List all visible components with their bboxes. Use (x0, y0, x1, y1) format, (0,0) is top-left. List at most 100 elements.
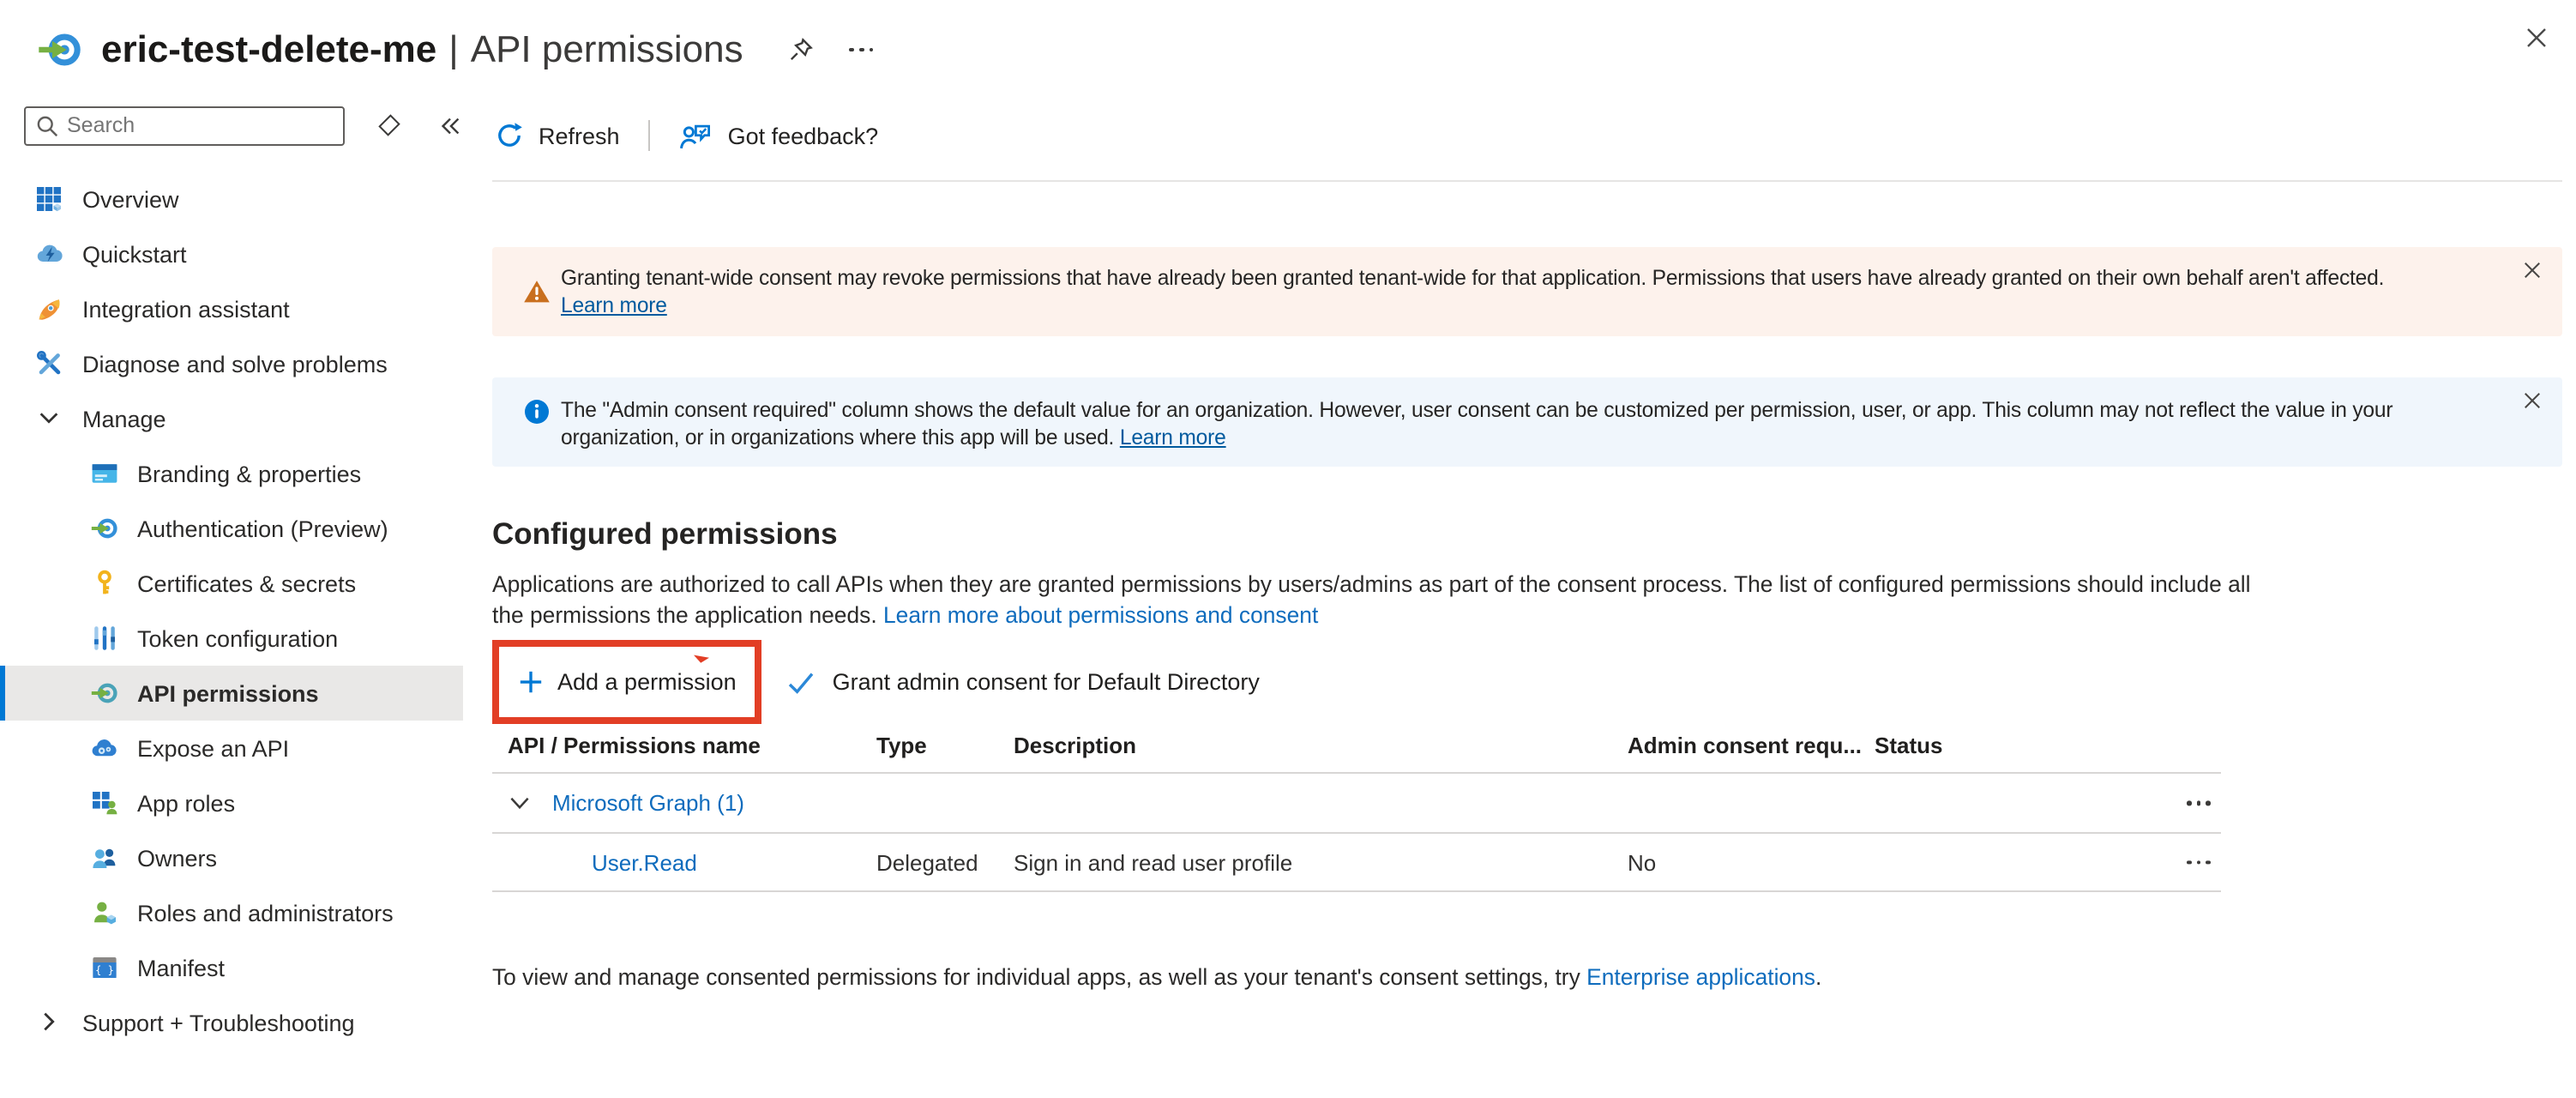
sidebar-item-label: Support + Troubleshooting (82, 1010, 355, 1035)
table-header-row: API / Permissions name Type Description … (492, 726, 2221, 772)
col-type: Type (876, 733, 927, 758)
sidebar-search-row (0, 100, 463, 151)
permission-admin-consent-cell: No (1628, 849, 1656, 875)
grant-admin-consent-button[interactable]: Grant admin consent for Default Director… (788, 668, 1260, 696)
enterprise-applications-link[interactable]: Enterprise applications (1586, 964, 1815, 990)
sidebar-item-expose-api[interactable]: Expose an API (0, 721, 463, 775)
support-chevron-right-icon (36, 1009, 63, 1036)
footer-note: To view and manage consented permissions… (492, 964, 2576, 990)
certificates-key-icon (91, 570, 118, 597)
grant-admin-consent-label: Grant admin consent for Default Director… (833, 669, 1260, 695)
authentication-signin-icon (91, 515, 118, 542)
reorder-diamond-icon[interactable] (378, 114, 400, 136)
add-permission-label: Add a permission (557, 669, 737, 695)
owners-people-icon (91, 844, 118, 872)
sidebar-item-certificates[interactable]: Certificates & secrets (0, 556, 463, 611)
command-bar: Refresh Got feedback? (463, 100, 2576, 172)
add-permission-button[interactable]: Add a permission (518, 669, 737, 695)
sidebar-item-token-configuration[interactable]: Token configuration (0, 611, 463, 666)
overview-grid-icon (36, 185, 63, 213)
page-title-separator: | (448, 27, 458, 72)
feedback-icon (680, 121, 713, 150)
annotation-highlight-box: Add a permission (492, 640, 762, 724)
header-more-icon[interactable] (850, 47, 874, 51)
refresh-icon (496, 122, 523, 149)
info-circle-icon (523, 398, 551, 425)
group-chevron-down-icon[interactable] (508, 791, 532, 815)
sidebar: Overview Quickstart Integration assistan… (0, 100, 463, 1098)
sidebar-item-diagnose[interactable]: Diagnose and solve problems (0, 336, 463, 391)
sidebar-item-label: Manifest (137, 955, 225, 980)
sidebar-item-support[interactable]: Support + Troubleshooting (0, 995, 463, 1050)
sidebar-item-label: Token configuration (137, 625, 338, 651)
sidebar-item-label: Integration assistant (82, 296, 290, 322)
info-learn-more-link[interactable]: Learn more (1120, 425, 1226, 449)
table-group-row: Microsoft Graph (1) (492, 772, 2221, 832)
col-admin-consent: Admin consent requ... (1628, 733, 1862, 758)
sidebar-item-label: Quickstart (82, 241, 187, 267)
sidebar-item-label: Expose an API (137, 735, 289, 761)
sidebar-item-label: App roles (137, 790, 235, 816)
sidebar-item-authentication[interactable]: Authentication (Preview) (0, 501, 463, 556)
sidebar-item-roles-admins[interactable]: Roles and administrators (0, 885, 463, 940)
warning-learn-more-link[interactable]: Learn more (561, 293, 667, 317)
blade-header: eric-test-delete-me | API permissions (0, 0, 2576, 100)
blade-close-icon[interactable] (2525, 26, 2549, 50)
sidebar-item-owners[interactable]: Owners (0, 830, 463, 885)
annotation-cursor-mark (694, 654, 711, 664)
sidebar-item-manifest[interactable]: { } Manifest (0, 940, 463, 995)
page-title: API permissions (471, 27, 743, 72)
api-permissions-blade: eric-test-delete-me | API permissions Ov… (0, 0, 2576, 1098)
token-config-sliders-icon (91, 624, 118, 652)
permissions-consent-link[interactable]: Learn more about permissions and consent (883, 601, 1318, 627)
expose-api-cloud-icon (91, 734, 118, 762)
col-status: Status (1875, 733, 1942, 758)
page-title-app-name: eric-test-delete-me (101, 27, 436, 72)
sidebar-item-label: Authentication (Preview) (137, 516, 388, 541)
group-name-link[interactable]: Microsoft Graph (1) (552, 790, 744, 816)
warning-banner: Granting tenant-wide consent may revoke … (492, 247, 2562, 336)
permission-name-link[interactable]: User.Read (592, 849, 697, 875)
sidebar-item-integration-assistant[interactable]: Integration assistant (0, 281, 463, 336)
main-content: Refresh Got feedback? Granting tenant-wi… (463, 100, 2576, 1098)
diagnose-tools-icon (36, 350, 63, 377)
permission-actions-row: Add a permission Grant admin consent for… (492, 640, 2576, 724)
roles-admins-icon (91, 899, 118, 926)
warning-close-icon[interactable] (2523, 261, 2542, 280)
info-close-icon[interactable] (2523, 391, 2542, 410)
app-registration-icon (38, 27, 82, 72)
check-icon (788, 668, 816, 696)
pin-icon[interactable] (788, 36, 816, 63)
sidebar-item-label: Overview (82, 186, 179, 212)
row-menu-icon[interactable] (2187, 800, 2211, 805)
sidebar-item-quickstart[interactable]: Quickstart (0, 226, 463, 281)
col-api-permissions-name: API / Permissions name (508, 733, 761, 758)
sidebar-item-manage[interactable]: Manage (0, 391, 463, 446)
refresh-button[interactable]: Refresh (496, 122, 620, 149)
sidebar-item-api-permissions[interactable]: API permissions (0, 666, 463, 721)
refresh-label: Refresh (539, 123, 620, 148)
search-input[interactable] (24, 106, 345, 145)
row-menu-icon[interactable] (2187, 860, 2211, 864)
sidebar-item-overview[interactable]: Overview (0, 172, 463, 226)
feedback-label: Got feedback? (728, 123, 879, 148)
info-banner-text: The "Admin consent required" column show… (561, 396, 2480, 451)
permissions-table: API / Permissions name Type Description … (492, 726, 2221, 892)
sidebar-item-branding[interactable]: Branding & properties (0, 446, 463, 501)
sidebar-item-label: Diagnose and solve problems (82, 351, 388, 377)
quickstart-cloud-icon (36, 240, 63, 268)
warning-triangle-icon (523, 278, 551, 305)
info-banner: The "Admin consent required" column show… (492, 377, 2562, 467)
collapse-sidebar-icon[interactable] (437, 112, 463, 138)
branding-browser-icon (91, 460, 118, 487)
table-row: User.Read Delegated Sign in and read use… (492, 832, 2221, 892)
sidebar-item-app-roles[interactable]: App roles (0, 775, 463, 830)
sidebar-item-label: Certificates & secrets (137, 570, 356, 596)
feedback-button[interactable]: Got feedback? (680, 121, 879, 150)
permission-description-cell: Sign in and read user profile (1014, 849, 1292, 875)
sidebar-item-label: Roles and administrators (137, 900, 394, 926)
plus-icon (518, 669, 544, 695)
configured-permissions-title: Configured permissions (492, 516, 2576, 552)
svg-text:{ }: { } (95, 964, 114, 976)
configured-permissions-description: Applications are authorized to call APIs… (492, 570, 2284, 630)
